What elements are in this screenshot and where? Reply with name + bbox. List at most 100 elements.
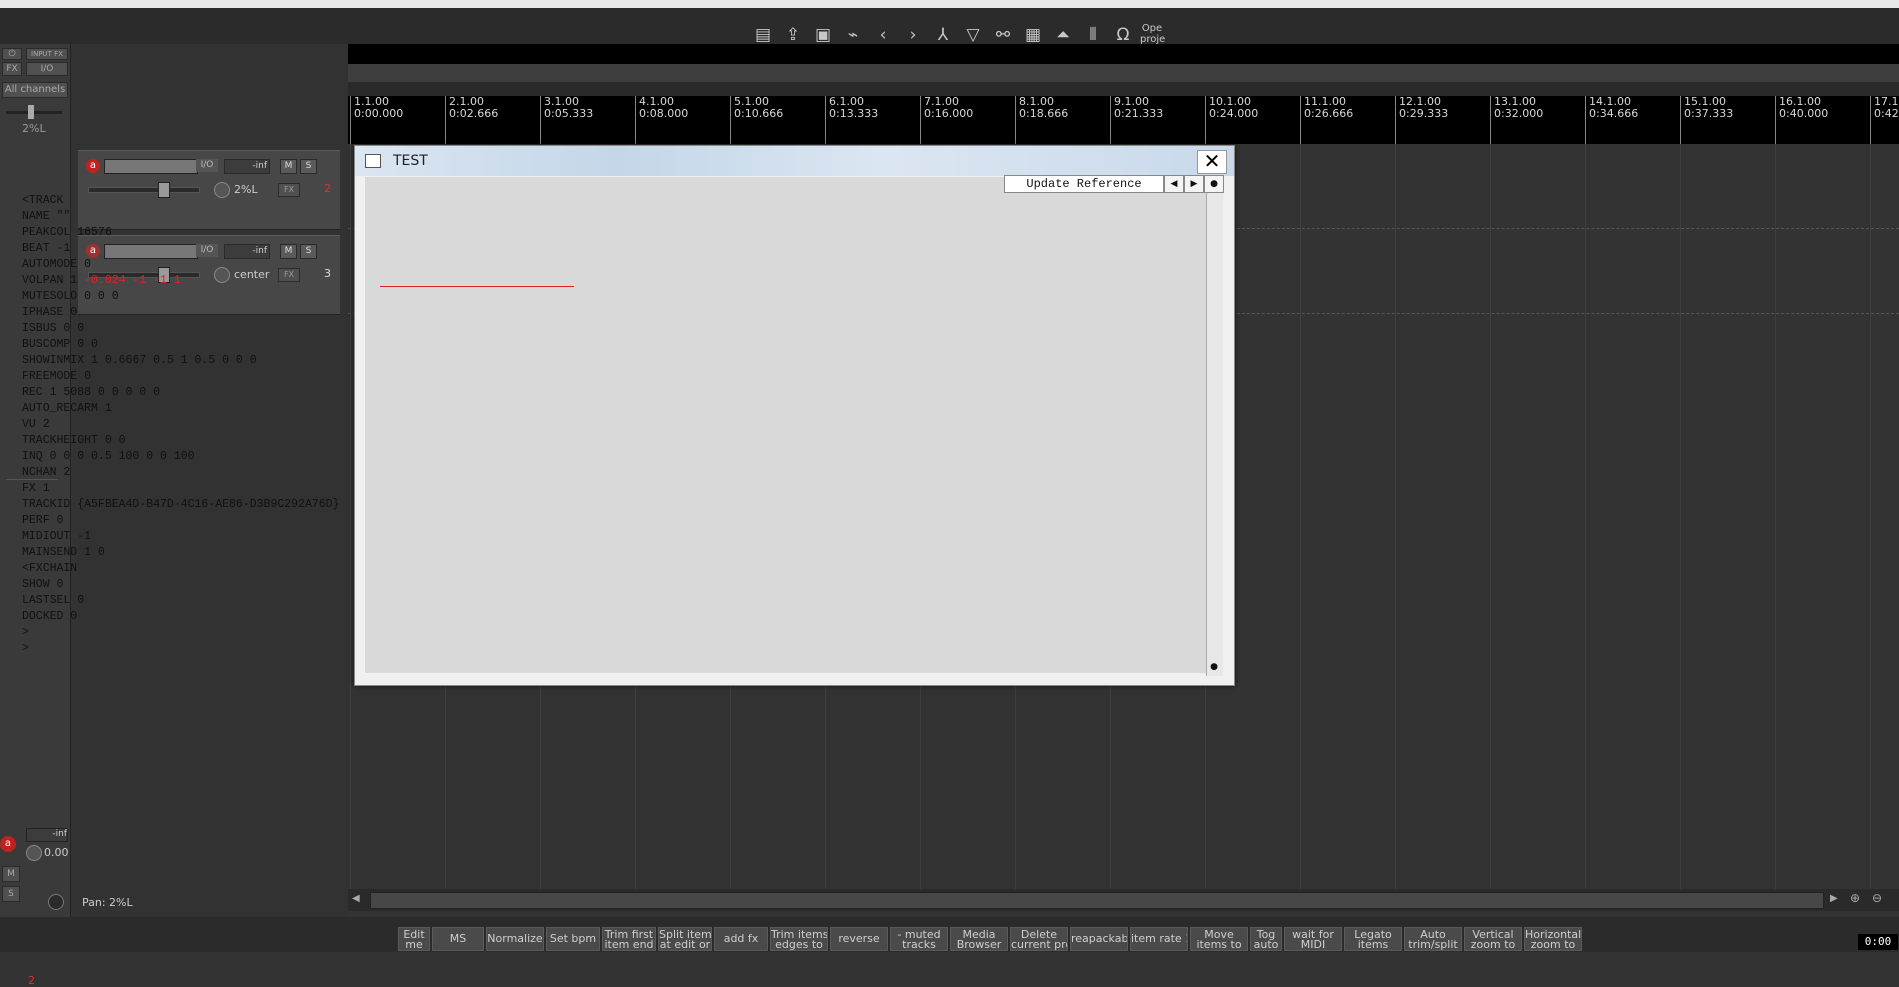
ruler-mark[interactable]: 16.1.00 0:40.000 xyxy=(1775,96,1828,144)
ruler-mark[interactable]: 2.1.00 0:02.666 xyxy=(445,96,498,144)
action-button[interactable]: Set bpm xyxy=(546,927,600,951)
master-width-knob[interactable] xyxy=(48,894,64,910)
dialog-titlebar[interactable]: TEST ✕ xyxy=(355,146,1234,176)
action-button-label: Horizontal zoom to xyxy=(1525,928,1582,951)
top-strip xyxy=(0,0,1899,8)
action-button[interactable]: Horizontal zoom to xyxy=(1524,927,1582,951)
action-button[interactable]: - muted tracks xyxy=(890,927,948,951)
ruler-mark[interactable]: 11.1.00 0:26.666 xyxy=(1300,96,1353,144)
horizontal-scroll-thumb[interactable] xyxy=(370,892,1824,909)
master-pan-knob[interactable] xyxy=(28,105,34,119)
action-button[interactable]: Auto trim/split xyxy=(1404,927,1462,951)
ruler-mark[interactable]: 4.1.00 0:08.000 xyxy=(635,96,688,144)
grid-line xyxy=(1300,144,1301,889)
action-button-label: Split items at edit or xyxy=(659,928,712,951)
ruler-time-label: 0:10.666 xyxy=(734,107,784,120)
ruler-mark[interactable]: 7.1.00 0:16.000 xyxy=(920,96,973,144)
master-fx-button[interactable]: FX xyxy=(2,62,22,76)
grid-line xyxy=(1870,144,1871,889)
action-button-label: Tog auto xyxy=(1253,928,1279,951)
ruler-mark[interactable]: 17.1.000:42.6 xyxy=(1870,96,1899,144)
action-button-label: Vertical zoom to xyxy=(1470,928,1516,951)
action-button[interactable]: Legato items xyxy=(1344,927,1402,951)
action-button[interactable]: Trim first item end xyxy=(602,927,656,951)
ruler-mark[interactable]: 6.1.00 0:13.333 xyxy=(825,96,878,144)
record-arm-icon[interactable]: a xyxy=(86,159,100,173)
ruler-mark[interactable]: 14.1.00 0:34.666 xyxy=(1585,96,1638,144)
action-button[interactable]: Edit me xyxy=(398,927,430,951)
master-vol-db: 0.00 xyxy=(44,846,69,859)
zoom-out-icon[interactable]: ⊖ xyxy=(1872,891,1882,905)
action-button-label: reapackab xyxy=(1071,932,1128,945)
master-arm-icon[interactable]: a xyxy=(0,836,16,852)
ruler-mark[interactable]: 3.1.00 0:05.333 xyxy=(540,96,593,144)
scroll-corner-dot[interactable]: ● xyxy=(1206,660,1222,674)
action-button[interactable]: item rate 1 xyxy=(1130,927,1188,951)
track-name-field[interactable] xyxy=(104,159,198,174)
ruler-mark[interactable]: 13.1.00 0:32.000 xyxy=(1490,96,1543,144)
ruler-mark[interactable]: 5.1.00 0:10.666 xyxy=(730,96,783,144)
ruler-mark[interactable]: 10.1.00 0:24.000 xyxy=(1205,96,1258,144)
action-button[interactable]: MS xyxy=(432,927,484,951)
grid-line xyxy=(1775,144,1776,889)
marker-bar[interactable] xyxy=(348,82,1899,96)
track-chunk-text[interactable]: <TRACK NAME "" PEAKCOL 16576 BEAT -1 AUT… xyxy=(22,193,339,657)
action-button[interactable]: reapackab xyxy=(1070,927,1128,951)
action-button[interactable]: wait for MIDI xyxy=(1284,927,1342,951)
main-toolbar: ▤ ⇪ ▣ ⌁ ‹ › ⅄ ▽ ⚯ ▦ ⏶ ⦀ Ω Ope proje xyxy=(0,8,1899,45)
ruler-mark[interactable]: 9.1.00 0:21.333 xyxy=(1110,96,1163,144)
ruler-time-label: 0:16.000 xyxy=(924,107,974,120)
scroll-left-icon[interactable]: ◀ xyxy=(352,893,360,904)
prev-button[interactable]: ◀ xyxy=(1164,175,1184,193)
action-button[interactable]: Delete current pro xyxy=(1010,927,1068,951)
action-button[interactable]: Split items at edit or xyxy=(658,927,712,951)
solo-button[interactable]: S xyxy=(300,159,317,174)
master-io-button[interactable]: I/O xyxy=(26,62,68,76)
action-button-label: Trim first item end xyxy=(604,928,654,951)
dialog-scrollbar[interactable] xyxy=(1206,177,1223,676)
grid-line xyxy=(1680,144,1681,889)
ruler-time-label: 0:42.6 xyxy=(1874,107,1899,120)
action-button-label: Media Browser xyxy=(956,928,1002,951)
ruler-time-label: 0:00.000 xyxy=(354,107,404,120)
dot-button[interactable]: ● xyxy=(1204,175,1224,193)
region-bar[interactable] xyxy=(348,64,1899,82)
action-button-label: Move items to xyxy=(1196,928,1242,951)
timeline-ruler[interactable]: 1.1.00 0:00.000 2.1.00 0:02.666 3.1.00 0:05.3… xyxy=(348,96,1899,144)
track-vol-readout: -inf xyxy=(224,159,270,174)
next-button[interactable]: ▶ xyxy=(1184,175,1204,193)
track-io-button[interactable]: I/O xyxy=(196,159,218,172)
ruler-mark[interactable]: 8.1.00 0:18.666 xyxy=(1015,96,1068,144)
scroll-right-icon[interactable]: ▶ xyxy=(1830,893,1838,904)
close-button[interactable]: ✕ xyxy=(1197,150,1227,174)
action-button-label: Legato items xyxy=(1354,928,1392,951)
action-button-label: Trim items edges to xyxy=(771,928,828,951)
dialog-text-area[interactable] xyxy=(365,177,1214,673)
ruler-mark[interactable]: 15.1.00 0:37.333 xyxy=(1680,96,1733,144)
update-reference-button[interactable]: Update Reference xyxy=(1004,175,1164,193)
master-pan-slider[interactable] xyxy=(6,111,62,114)
master-solo-button[interactable]: S xyxy=(2,886,20,902)
arrange-header xyxy=(348,44,1899,64)
power-icon[interactable]: ⏻ xyxy=(2,48,22,60)
zoom-in-icon[interactable]: ⊕ xyxy=(1850,891,1860,905)
action-button[interactable]: Move items to xyxy=(1190,927,1248,951)
action-button[interactable]: Normalize xyxy=(486,927,544,951)
input-fx-button[interactable]: INPUT FX xyxy=(26,48,68,60)
action-button[interactable]: Trim items edges to xyxy=(770,927,828,951)
ruler-time-label: 0:40.000 xyxy=(1779,107,1829,120)
action-button[interactable]: Vertical zoom to xyxy=(1464,927,1522,951)
ruler-time-label: 0:18.666 xyxy=(1019,107,1069,120)
ruler-mark[interactable]: 1.1.00 0:00.000 xyxy=(350,96,403,144)
action-button[interactable]: Tog auto xyxy=(1250,927,1282,951)
master-vol-knob[interactable] xyxy=(26,845,42,861)
action-button[interactable]: reverse xyxy=(830,927,888,951)
master-mute-button[interactable]: M xyxy=(2,866,20,882)
action-button[interactable]: add fx xyxy=(714,927,768,951)
ruler-mark[interactable]: 12.1.00 0:29.333 xyxy=(1395,96,1448,144)
mute-button[interactable]: M xyxy=(280,159,297,174)
action-button[interactable]: Media Browser xyxy=(950,927,1008,951)
grid-line xyxy=(1490,144,1491,889)
ruler-time-label: 0:08.000 xyxy=(639,107,689,120)
channels-selector[interactable]: All channels xyxy=(2,82,68,98)
